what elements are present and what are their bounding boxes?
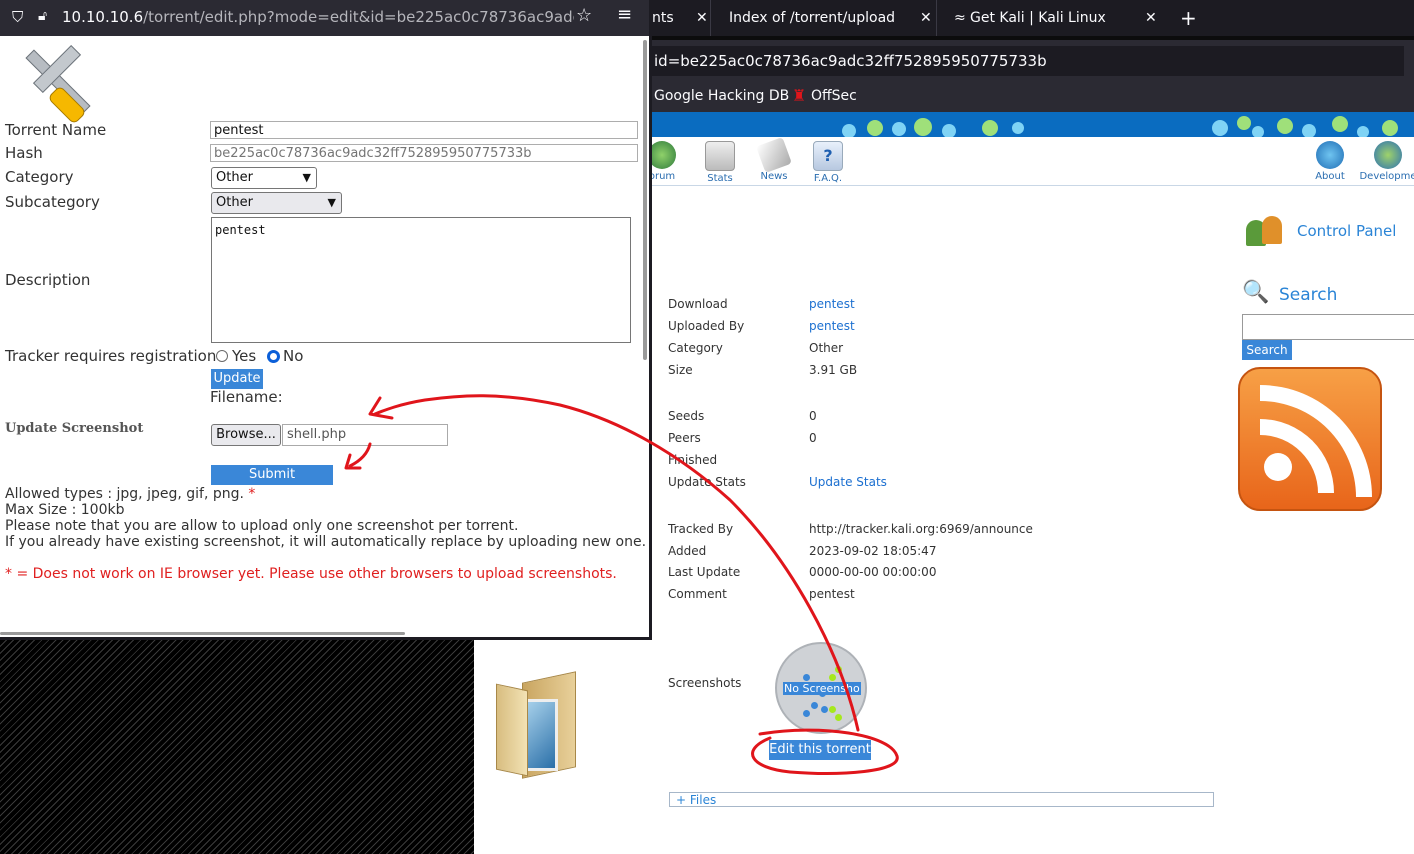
red-annotation-overlay	[344, 394, 899, 775]
